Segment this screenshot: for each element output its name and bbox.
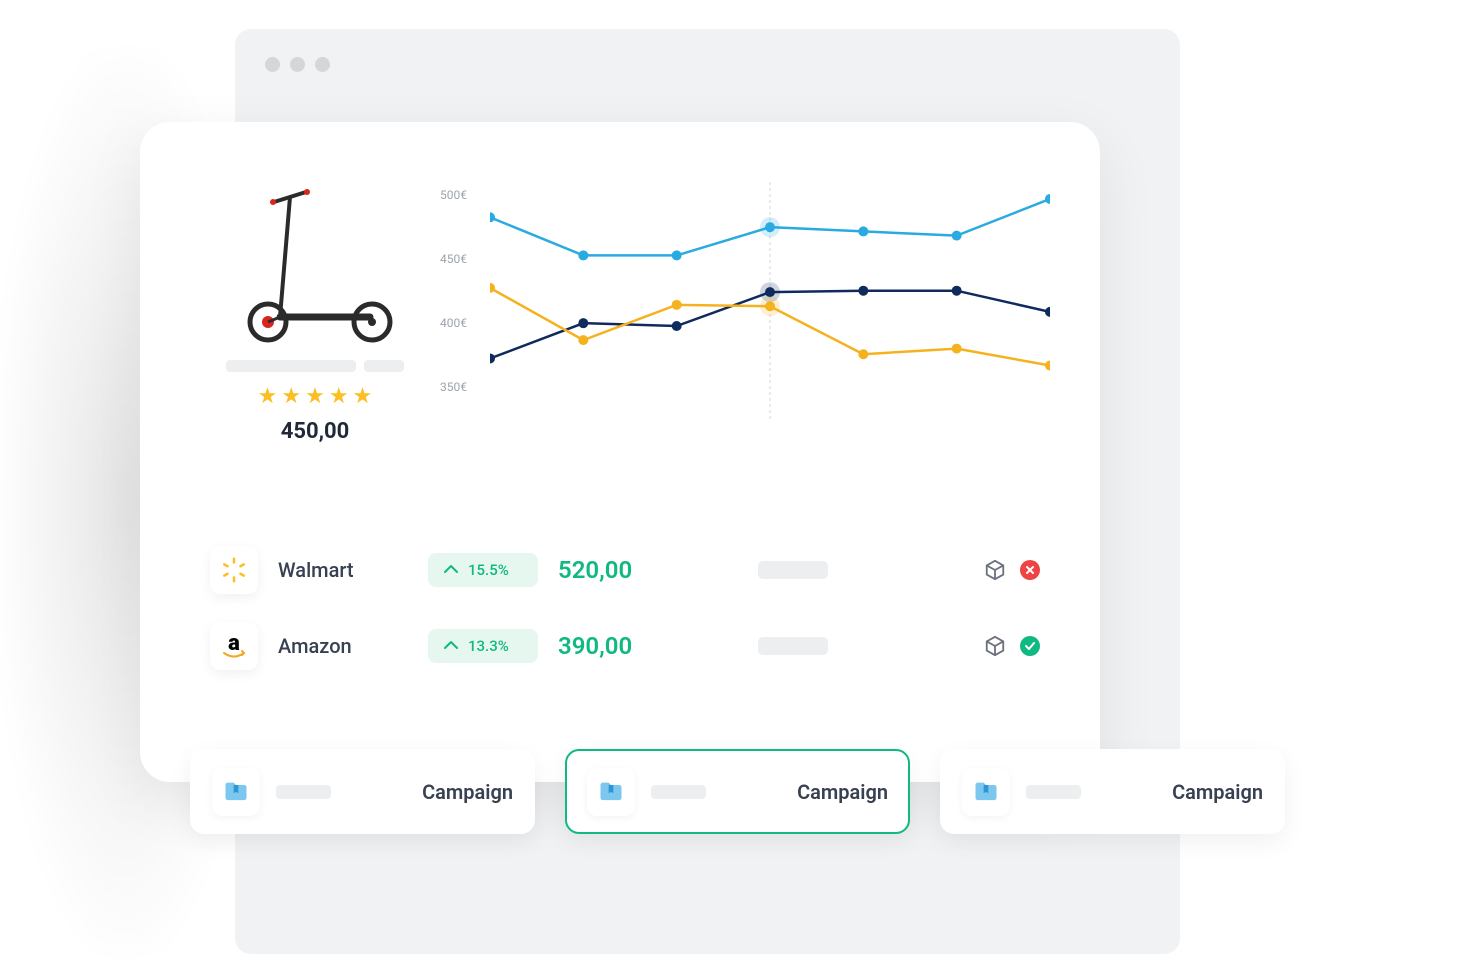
window-dot bbox=[265, 57, 280, 72]
row-actions bbox=[984, 559, 1040, 581]
svg-text:a: a bbox=[228, 631, 240, 656]
row-actions bbox=[984, 635, 1040, 657]
y-tick: 500€ bbox=[440, 188, 467, 202]
tab-label: Campaign bbox=[797, 780, 888, 804]
rating-stars: ★ ★ ★ ★ ★ bbox=[210, 384, 420, 409]
window-dot bbox=[290, 57, 305, 72]
star-icon: ★ bbox=[281, 384, 301, 409]
change-value: 13.3% bbox=[468, 637, 509, 655]
placeholder bbox=[1026, 785, 1081, 799]
placeholder bbox=[276, 785, 331, 799]
main-dashboard-card: ★ ★ ★ ★ ★ 450,00 500€ 450€ 400€ 350€ bbox=[140, 122, 1100, 782]
competitor-row-amazon: a Amazon 13.3% 390,00 bbox=[210, 608, 1040, 684]
folder-icon bbox=[962, 768, 1010, 816]
star-icon: ★ bbox=[329, 384, 349, 409]
campaign-tab[interactable]: Campaign bbox=[940, 749, 1285, 834]
walmart-icon bbox=[210, 546, 258, 594]
chart-svg bbox=[490, 182, 1050, 422]
package-icon[interactable] bbox=[984, 559, 1006, 581]
star-icon: ★ bbox=[305, 384, 325, 409]
product-price: 450,00 bbox=[210, 419, 420, 444]
placeholder bbox=[364, 360, 404, 372]
tab-label: Campaign bbox=[1172, 780, 1263, 804]
placeholder bbox=[758, 561, 828, 579]
placeholder bbox=[226, 360, 356, 372]
campaign-tab[interactable]: Campaign bbox=[190, 749, 535, 834]
tab-label: Campaign bbox=[422, 780, 513, 804]
y-tick: 350€ bbox=[440, 380, 467, 394]
store-name: Walmart bbox=[278, 558, 408, 582]
status-ok-icon bbox=[1020, 636, 1040, 656]
change-value: 15.5% bbox=[468, 561, 509, 579]
folder-icon bbox=[212, 768, 260, 816]
competitor-row-walmart: Walmart 15.5% 520,00 bbox=[210, 532, 1040, 608]
status-error-icon bbox=[1020, 560, 1040, 580]
competitor-list: Walmart 15.5% 520,00 bbox=[210, 532, 1040, 684]
placeholder bbox=[758, 637, 828, 655]
y-tick: 450€ bbox=[440, 252, 467, 266]
product-image bbox=[230, 182, 400, 352]
price-chart: 500€ 450€ 400€ 350€ bbox=[440, 182, 1060, 442]
window-dot bbox=[315, 57, 330, 72]
window-controls bbox=[265, 57, 330, 72]
star-icon: ★ bbox=[258, 384, 278, 409]
package-icon[interactable] bbox=[984, 635, 1006, 657]
arrow-up-icon bbox=[444, 562, 458, 578]
competitor-price: 390,00 bbox=[558, 632, 678, 660]
competitor-price: 520,00 bbox=[558, 556, 678, 584]
change-badge: 15.5% bbox=[428, 553, 538, 587]
amazon-icon: a bbox=[210, 622, 258, 670]
placeholder bbox=[651, 785, 706, 799]
campaign-tab-active[interactable]: Campaign bbox=[565, 749, 910, 834]
store-name: Amazon bbox=[278, 634, 408, 658]
arrow-up-icon bbox=[444, 638, 458, 654]
star-icon: ★ bbox=[353, 384, 373, 409]
campaign-tabs: Campaign Campaign Campaign bbox=[190, 749, 1285, 834]
product-placeholder-lines bbox=[210, 360, 420, 372]
folder-icon bbox=[587, 768, 635, 816]
y-tick: 400€ bbox=[440, 316, 467, 330]
product-summary: ★ ★ ★ ★ ★ 450,00 bbox=[210, 182, 420, 444]
change-badge: 13.3% bbox=[428, 629, 538, 663]
